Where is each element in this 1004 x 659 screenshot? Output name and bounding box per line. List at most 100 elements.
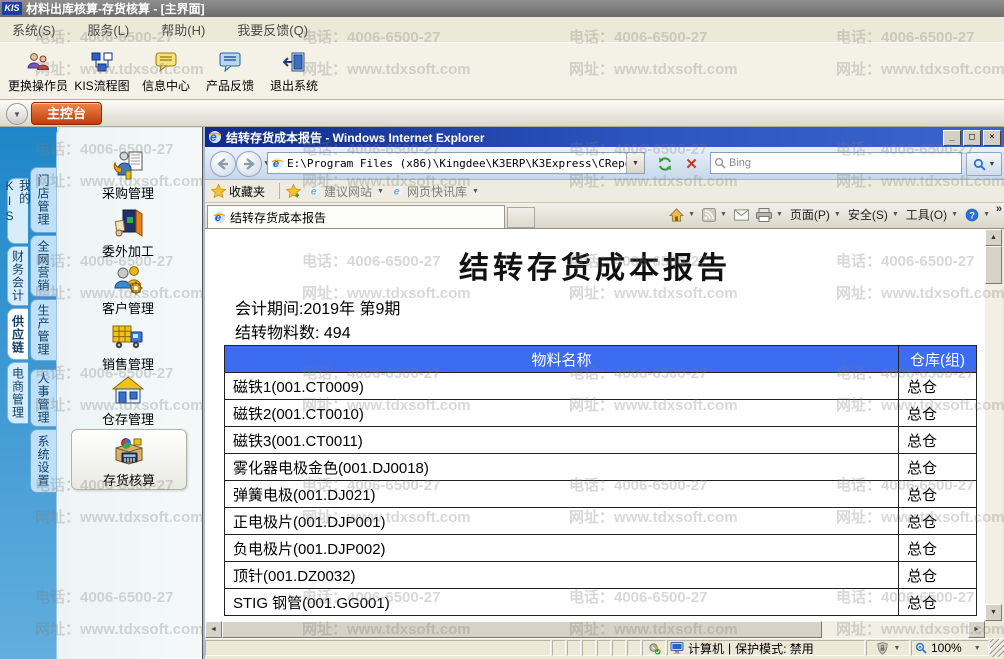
- favorites-button[interactable]: 收藏夹: [211, 183, 265, 200]
- horizontal-scroll-thumb[interactable]: [222, 621, 822, 638]
- search-dropdown-icon[interactable]: ▼: [989, 161, 996, 168]
- browser-title: 结转存货成本报告 - Windows Internet Explorer: [226, 129, 485, 146]
- favorites-bar: 收藏夹 e 建议网站 ▼ e 网页快讯库 ▼: [205, 180, 1004, 203]
- search-go-button[interactable]: ▼: [966, 152, 1002, 176]
- toolbar-button-label: 信息中心: [142, 77, 190, 94]
- console-dropdown-button[interactable]: ▼: [6, 103, 28, 125]
- home-button[interactable]: ▼: [669, 208, 695, 222]
- sidebar-inner-tab[interactable]: 全网营销: [30, 235, 56, 297]
- toolbar-button[interactable]: 更换操作员: [6, 47, 70, 96]
- address-bar[interactable]: e E:\Program Files (x86)\Kingdee\K3ERP\K…: [267, 152, 645, 174]
- message-icon: [154, 49, 178, 75]
- sidebar-inner-tab[interactable]: 系统设置: [30, 429, 56, 493]
- add-favorite-button[interactable]: [286, 184, 301, 198]
- web-slices-button[interactable]: e 网页快讯库 ▼: [392, 183, 479, 200]
- suggested-sites-label: 建议网站: [324, 183, 372, 200]
- print-button[interactable]: ▼: [756, 208, 783, 222]
- warehouse-cell: 总仓: [899, 562, 977, 589]
- protected-mode-label: 保护模式: 禁用: [735, 640, 814, 656]
- app-title: 材料出库核算-存货核算 - [主界面]: [26, 0, 205, 17]
- sidebar-outer-tab[interactable]: 财务会计: [7, 246, 28, 306]
- sidebar-inner-tab[interactable]: 生产管理: [30, 299, 56, 361]
- scroll-left-icon[interactable]: ◄: [205, 621, 222, 638]
- close-button[interactable]: ×: [983, 130, 1001, 146]
- web-slices-label: 网页快讯库: [407, 183, 467, 200]
- ie-page-icon: e: [271, 157, 284, 170]
- module-label: 客户管理: [71, 298, 185, 317]
- app-titlebar: KIS 材料出库核算-存货核算 - [主界面]: [0, 0, 1004, 17]
- menu-item[interactable]: 帮助(H): [157, 18, 209, 41]
- vertical-scroll-thumb[interactable]: [985, 246, 1002, 284]
- command-bar: ▼ ▼ ▼ 页面(P)▼ 安全(S)▼ 工具(O)▼ ? ▼: [669, 206, 990, 223]
- menu-item[interactable]: 系统(S): [8, 18, 59, 41]
- new-tab-stub[interactable]: [507, 207, 535, 228]
- zone-shield-button[interactable]: ▼: [866, 640, 910, 656]
- sidebar-inner-tab[interactable]: 人事管理: [30, 369, 56, 427]
- address-text[interactable]: E:\Program Files (x86)\Kingdee\K3ERP\K3E…: [287, 157, 626, 170]
- forward-button[interactable]: [236, 151, 262, 177]
- customer-icon: [71, 264, 185, 298]
- refresh-button[interactable]: [651, 152, 678, 176]
- address-dropdown-icon[interactable]: ▼: [626, 153, 644, 173]
- toolbar-button[interactable]: 信息中心: [134, 47, 198, 96]
- more-commands-icon[interactable]: »: [996, 203, 1002, 215]
- sidebar-outer-tab[interactable]: 供应链: [7, 308, 28, 360]
- horizontal-scrollbar[interactable]: ◄ ►: [205, 621, 985, 638]
- toolbar-button-label: 更换操作员: [8, 77, 68, 94]
- rss-button[interactable]: ▼: [702, 208, 727, 222]
- module-item[interactable]: 销售管理: [71, 320, 185, 373]
- scroll-down-icon[interactable]: ▼: [985, 604, 1002, 621]
- module-item[interactable]: 采购管理: [71, 149, 185, 202]
- star-add-icon: [286, 184, 301, 198]
- page-menu[interactable]: 页面(P)▼: [790, 206, 841, 223]
- module-item[interactable]: 客户管理: [71, 264, 185, 317]
- warehouse-cell: 总仓: [899, 508, 977, 535]
- module-item[interactable]: 委外加工: [71, 207, 185, 260]
- tab-console[interactable]: 主控台: [31, 102, 102, 125]
- scroll-up-icon[interactable]: ▲: [985, 229, 1002, 246]
- tab-report[interactable]: e 结转存货成本报告: [207, 205, 505, 228]
- flowchart-icon: [90, 49, 114, 75]
- browser-window: e 结转存货成本报告 - Windows Internet Explorer _…: [203, 127, 1004, 659]
- resize-grip[interactable]: [990, 639, 1004, 657]
- help-button[interactable]: ? ▼: [965, 208, 990, 222]
- toolbar-button[interactable]: 退出系统: [262, 47, 326, 96]
- vertical-scrollbar[interactable]: ▲ ▼: [985, 229, 1002, 621]
- table-row: 弹簧电极(001.DJ021)总仓: [225, 481, 977, 508]
- minimize-button[interactable]: _: [943, 130, 961, 146]
- toolbar-button[interactable]: KIS流程图: [70, 47, 134, 96]
- safety-menu[interactable]: 安全(S)▼: [848, 206, 899, 223]
- tools-menu[interactable]: 工具(O)▼: [906, 206, 958, 223]
- stop-button[interactable]: ✕: [678, 152, 705, 176]
- warehouse-cell: 总仓: [899, 400, 977, 427]
- toolbar-button[interactable]: 产品反馈: [198, 47, 262, 96]
- chevron-down-icon: ▼: [688, 211, 695, 218]
- page-menu-label: 页面(P): [790, 206, 830, 223]
- chevron-down-icon: ▼: [892, 211, 899, 218]
- warehouse-cell: 总仓: [899, 481, 977, 508]
- read-mail-button[interactable]: [734, 209, 749, 221]
- table-row: STIG 钢管(001.GG001)总仓: [225, 589, 977, 616]
- back-button[interactable]: [210, 151, 236, 177]
- menu-item[interactable]: 我要反馈(Q): [233, 18, 312, 41]
- chevron-down-icon: ▼: [472, 188, 479, 195]
- app-toolbar: 更换操作员KIS流程图信息中心产品反馈退出系统: [0, 42, 1004, 100]
- module-item[interactable]: 仓存管理: [71, 375, 185, 428]
- zoom-control[interactable]: 100% ▼: [911, 640, 989, 656]
- module-label: 委外加工: [71, 241, 185, 260]
- svg-text:e: e: [311, 186, 317, 197]
- menu-item[interactable]: 服务(L): [83, 18, 133, 41]
- suggested-sites-button[interactable]: e 建议网站 ▼: [309, 183, 384, 200]
- statusbar-cell: [205, 640, 551, 656]
- sidebar-outer-tab[interactable]: 电商管理: [7, 362, 28, 424]
- ie-page-icon: e: [309, 185, 321, 197]
- sidebar-inner-tab[interactable]: 门店管理: [30, 167, 56, 233]
- scroll-right-icon[interactable]: ►: [968, 621, 985, 638]
- gear-check-icon: [642, 640, 666, 656]
- warehouse-cell: 总仓: [899, 535, 977, 562]
- module-item[interactable]: 存货核算: [71, 429, 187, 490]
- search-box[interactable]: Bing: [710, 152, 962, 174]
- maximize-button[interactable]: □: [963, 130, 981, 146]
- sidebar-outer-tab[interactable]: 我的KIS: [7, 178, 28, 244]
- material-name-cell: 磁铁3(001.CT0011): [225, 427, 899, 454]
